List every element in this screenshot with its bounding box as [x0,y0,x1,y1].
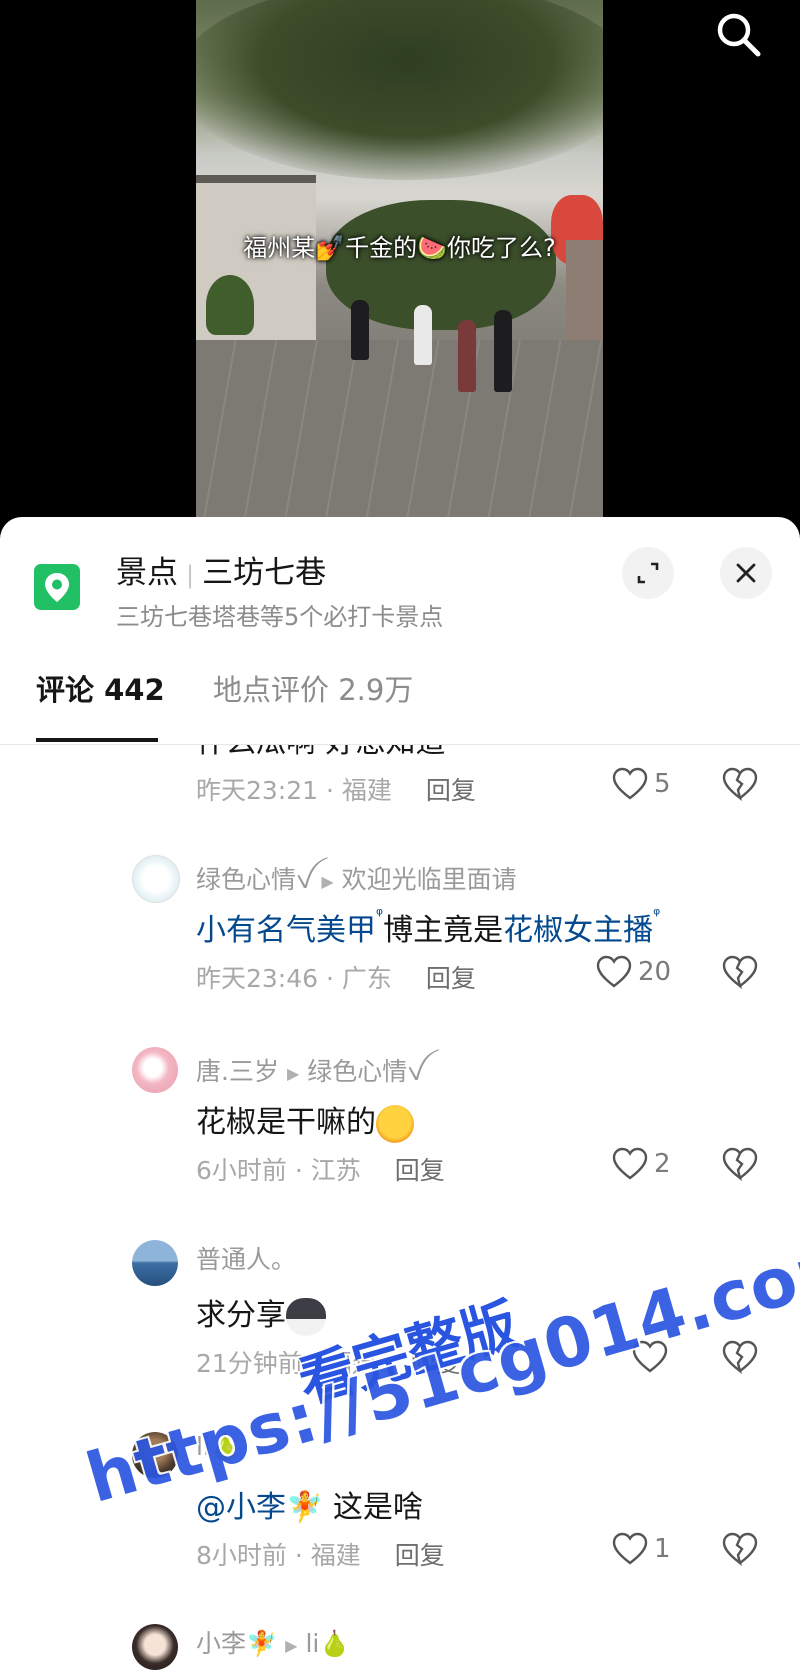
comment-username: 普通人。 [196,1245,297,1274]
reply-button[interactable]: 回复 [426,964,476,993]
comment-text: @小李🧚 这是啥 [196,1490,423,1525]
place-title[interactable]: 景点 | 三坊七巷 [116,547,326,592]
dislike-button[interactable] [722,1532,758,1570]
pedestrian [351,300,369,360]
comment-time-location: 21分钟前 · 福建 [196,1349,377,1378]
heart-icon [632,1340,668,1373]
like-count: 2 [654,1149,671,1179]
stone-street [196,340,603,520]
replied-to-user: li🍐 [305,1629,351,1658]
close-icon [736,563,756,583]
broken-heart-icon [722,955,758,989]
dislike-button[interactable] [722,1147,758,1185]
dislike-button[interactable] [722,1340,758,1378]
comment-text: 小有名气美甲ᵠ博主竟是花椒女主播ᵠ [196,905,660,949]
comment-meta: 6小时前 · 江苏 回复 [196,1151,445,1187]
comment-username: 小李🧚 [196,1629,278,1658]
dislike-button[interactable] [722,767,758,805]
active-tab-indicator [36,738,158,742]
reply-arrow-icon: ▶ [285,1635,298,1655]
location-pin-icon [34,564,80,610]
search-icon [717,13,761,57]
tree-canopy [196,0,603,180]
comment-username: 绿色心情ꪜ [196,865,314,894]
comment-user[interactable]: 唐.三岁 ▶ 绿色心情ꪜ [196,1047,425,1100]
heart-icon [612,1532,648,1565]
comment-username: 唐.三岁 [196,1057,279,1086]
avatar[interactable] [132,1624,178,1670]
comment-text: 求分享 [196,1290,326,1336]
comment-user[interactable]: 绿色心情ꪜ ▶ 欢迎光临里面请 [196,855,517,908]
title-separator: | [186,561,195,589]
pedestrian [414,305,432,365]
husky-dog-icon [286,1297,326,1336]
comment-user[interactable]: 小李🧚 ▶ li🍐 [196,1624,350,1660]
mention-link[interactable]: @小李🧚 [196,1490,323,1525]
place-category: 景点 [116,555,178,591]
comment-meta: 昨天23:21 · 福建 回复 [196,771,476,807]
video-player[interactable]: 福州某💅千金的🍉你吃了么? [0,0,800,540]
comment-meta: 21分钟前 · 福建 回复 [196,1344,461,1380]
reply-button[interactable]: 回复 [426,776,476,805]
comment-time-location: 6小时前 · 江苏 [196,1156,361,1185]
expand-icon [637,562,659,584]
like-button[interactable] [632,1340,674,1374]
heart-icon [612,767,648,800]
comment-time-location: 昨天23:46 · 广东 [196,964,392,993]
like-button[interactable]: 5 [612,767,671,801]
broken-heart-icon [722,1340,758,1374]
like-button[interactable]: 2 [612,1147,671,1181]
avatar[interactable] [132,1047,178,1093]
reply-button[interactable]: 回复 [411,1349,461,1378]
close-button[interactable] [720,547,772,599]
comment-user[interactable]: 普通人。 [196,1240,296,1276]
search-link[interactable]: 小有名气美甲ᵠ [196,905,383,948]
broken-heart-icon [722,1532,758,1566]
avatar[interactable] [132,1240,178,1286]
pedestrian [494,310,512,392]
reply-arrow-icon: ▶ [321,871,334,891]
comment-list[interactable]: 什么瓜啊 好想知道 昨天23:21 · 福建回复 5 绿色心情ꪜ▶欢迎光临里面请… [0,745,800,1679]
comment-user[interactable]: li🍐 [196,1432,241,1462]
comment-text: 什么瓜啊 好想知道 [196,745,446,761]
video-caption: 福州某💅千金的🍉你吃了么? [243,234,556,262]
comment-username: li🍐 [196,1432,242,1461]
avatar[interactable] [132,1432,178,1478]
place-subtitle[interactable]: 三坊七巷塔巷等5个必打卡景点 [116,597,443,632]
comment-text: 花椒是干嘛的 [196,1097,414,1143]
heart-icon [596,955,632,988]
search-link-icon: ᵠ [653,905,661,925]
like-count: 1 [654,1534,671,1564]
reply-button[interactable]: 回复 [395,1541,445,1570]
search-button[interactable] [712,8,766,62]
comment-meta: 8小时前 · 福建 回复 [196,1536,445,1572]
broken-heart-icon [722,1147,758,1181]
broken-heart-icon [722,767,758,801]
potted-plant [206,275,254,335]
replied-to-user: 绿色心情ꪜ [307,1057,425,1086]
like-button[interactable]: 20 [596,955,671,989]
comment-time-location: 昨天23:21 · 福建 [196,776,392,805]
place-comment-sheet: 景点 | 三坊七巷 三坊七巷塔巷等5个必打卡景点 评论 442 地点评价 2.9万 … [0,517,800,1679]
reply-arrow-icon: ▶ [286,1063,300,1083]
laughing-face-icon [376,1104,414,1143]
tab-comments[interactable]: 评论 442 [36,667,165,709]
reply-button[interactable]: 回复 [395,1156,445,1185]
replied-to-user: 欢迎光临里面请 [341,865,517,894]
heart-icon [612,1147,648,1180]
comment-time-location: 8小时前 · 福建 [196,1541,361,1570]
tab-place-rating[interactable]: 地点评价 2.9万 [213,667,413,709]
comment-text-mid: 博主竟是 [383,913,504,948]
like-count: 20 [638,957,672,987]
pedestrian [458,320,476,392]
expand-button[interactable] [622,547,674,599]
avatar[interactable] [132,855,180,903]
like-count: 5 [654,769,671,799]
dislike-button[interactable] [722,955,758,993]
place-name: 三坊七巷 [202,555,327,591]
search-link[interactable]: 花椒女主播ᵠ [503,905,660,948]
comment-meta: 昨天23:46 · 广东 回复 [196,959,476,995]
like-button[interactable]: 1 [612,1532,671,1566]
